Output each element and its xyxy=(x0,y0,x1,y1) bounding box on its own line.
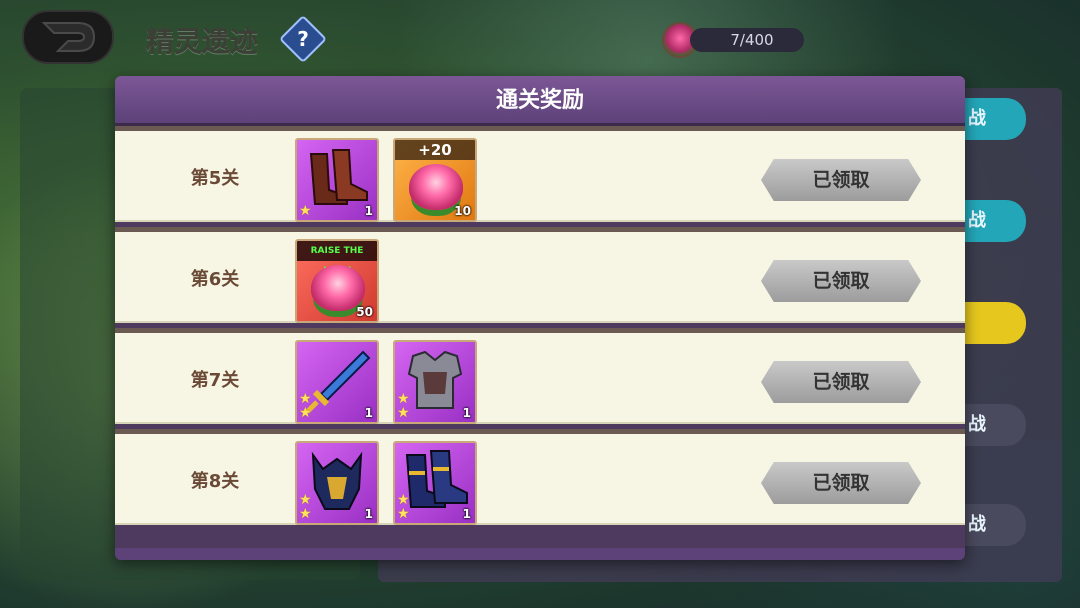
side-button-5[interactable]: 战 xyxy=(962,504,1026,546)
item-count: 1 xyxy=(364,507,373,521)
star-icon: ★ xyxy=(299,506,312,522)
stage-label: 第6关 xyxy=(190,269,240,290)
side-button-2[interactable]: 战 xyxy=(962,200,1026,242)
reward-item-boots[interactable]: ★ 1 xyxy=(295,138,379,222)
reward-row-6: 第6关 RAISE THE LIMIT 50 已领取 xyxy=(115,227,965,323)
star-icon: ★ xyxy=(299,391,312,407)
reward-row-5: 第5关 ★ 1 +20 10 已领取 xyxy=(115,126,965,222)
reward-row-7: 第7关 ★ ★ 1 ★ ★ 1 已领取 xyxy=(115,328,965,424)
stage-label: 第8关 xyxy=(190,471,240,492)
modal-footer xyxy=(115,548,965,560)
reward-row-8: 第8关 ★ ★ 1 ★ ★ 1 已领取 xyxy=(115,429,965,525)
page-title: 精灵遗迹 xyxy=(146,25,259,58)
star-icon: ★ xyxy=(397,405,410,421)
modal-title: 通关奖励 xyxy=(115,76,965,126)
stage-label: 第7关 xyxy=(190,370,240,391)
reward-item-flower[interactable]: +20 10 xyxy=(393,138,477,222)
flower-counter: 7/400 xyxy=(690,28,804,52)
star-icon: ★ xyxy=(299,203,312,219)
claimed-button[interactable]: 已领取 xyxy=(761,159,921,201)
item-stars: ★ ★ xyxy=(397,493,411,521)
stage-label: 第5关 xyxy=(190,168,240,189)
star-icon: ★ xyxy=(299,405,312,421)
item-count: 1 xyxy=(462,406,471,420)
item-count: 50 xyxy=(356,305,373,319)
item-count: 1 xyxy=(364,204,373,218)
claimed-button[interactable]: 已领取 xyxy=(761,361,921,403)
rewards-modal: 通关奖励 第5关 ★ 1 +20 10 已领取 第6关 RAISE THE 50… xyxy=(115,76,965,560)
claimed-button[interactable]: 已领取 xyxy=(761,462,921,504)
item-count: 10 xyxy=(454,204,471,218)
item-stars: ★ ★ xyxy=(299,392,313,420)
star-icon: ★ xyxy=(397,492,410,508)
back-button[interactable] xyxy=(22,10,114,64)
item-stars: ★ ★ xyxy=(299,493,313,521)
item-stars: ★ xyxy=(299,204,313,218)
reward-item-flower[interactable]: RAISE THE LIMIT 50 xyxy=(295,239,379,323)
side-button-3[interactable] xyxy=(962,302,1026,344)
back-arrow-icon xyxy=(41,22,96,52)
side-button-1[interactable]: 战 xyxy=(962,98,1026,140)
claimed-button[interactable]: 已领取 xyxy=(761,260,921,302)
item-badge: RAISE THE LIMIT xyxy=(297,241,377,276)
side-button-4[interactable]: 战 xyxy=(962,404,1026,446)
reward-item-sword[interactable]: ★ ★ 1 xyxy=(295,340,379,424)
reward-item-helmet[interactable]: ★ ★ 1 xyxy=(295,441,379,525)
star-icon: ★ xyxy=(397,506,410,522)
item-badge: +20 xyxy=(395,140,475,160)
star-icon: ★ xyxy=(397,391,410,407)
star-icon: ★ xyxy=(299,492,312,508)
item-stars: ★ ★ xyxy=(397,392,411,420)
item-count: 1 xyxy=(364,406,373,420)
item-count: 1 xyxy=(462,507,471,521)
reward-item-armor[interactable]: ★ ★ 1 xyxy=(393,340,477,424)
reward-item-boots[interactable]: ★ ★ 1 xyxy=(393,441,477,525)
